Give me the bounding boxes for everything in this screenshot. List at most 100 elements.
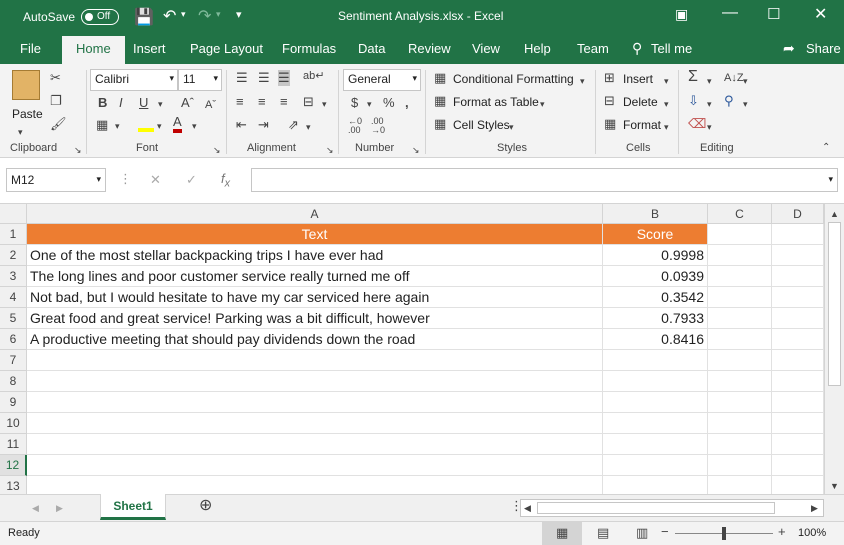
conditional-formatting-button[interactable]: Conditional Formatting bbox=[453, 72, 574, 86]
cell[interactable] bbox=[603, 455, 708, 476]
scroll-up-icon[interactable]: ▲ bbox=[830, 206, 839, 222]
chevron-down-icon[interactable]: ▾ bbox=[540, 96, 545, 112]
autosum-icon[interactable]: Σ bbox=[688, 69, 698, 85]
cut-icon[interactable]: ✂ bbox=[50, 70, 61, 86]
row-header[interactable]: 7 bbox=[0, 350, 27, 371]
chevron-down-icon[interactable]: ▾ bbox=[664, 119, 669, 135]
cell[interactable] bbox=[772, 266, 824, 287]
select-all-button[interactable] bbox=[0, 204, 27, 224]
cell[interactable] bbox=[772, 245, 824, 266]
cell[interactable] bbox=[772, 329, 824, 350]
underline-icon[interactable]: U bbox=[139, 95, 148, 111]
formula-input[interactable]: ▾ bbox=[251, 168, 838, 192]
ribbon-display-options-icon[interactable]: ▣ bbox=[675, 6, 688, 23]
horizontal-scroll-thumb[interactable] bbox=[537, 502, 775, 514]
zoom-slider-thumb[interactable] bbox=[722, 527, 726, 540]
cell[interactable] bbox=[772, 371, 824, 392]
font-launcher-icon[interactable]: ↘ bbox=[213, 142, 221, 158]
tab-view[interactable]: View bbox=[472, 41, 500, 56]
cell[interactable] bbox=[708, 224, 772, 245]
enter-icon[interactable]: ✓ bbox=[186, 172, 197, 188]
collapse-ribbon-icon[interactable]: ⌃ bbox=[822, 140, 830, 156]
row-header-selected[interactable]: 12 bbox=[0, 455, 27, 476]
sheet-tab-sheet1[interactable]: Sheet1 bbox=[100, 494, 166, 520]
cell[interactable] bbox=[708, 434, 772, 455]
cell[interactable] bbox=[708, 308, 772, 329]
cell-b2[interactable]: 0.9998 bbox=[603, 245, 708, 266]
customize-toolbar-icon[interactable]: ▾ bbox=[236, 8, 242, 21]
tab-formulas[interactable]: Formulas bbox=[282, 41, 336, 56]
zoom-out-icon[interactable]: − bbox=[661, 524, 669, 540]
currency-icon[interactable]: $ bbox=[351, 95, 358, 111]
font-color-icon[interactable]: A bbox=[173, 115, 182, 133]
delete-cells-button[interactable]: Delete bbox=[623, 95, 658, 109]
cell-a4[interactable]: Not bad, but I would hesitate to have my… bbox=[27, 287, 603, 308]
tab-page-layout[interactable]: Page Layout bbox=[190, 41, 263, 56]
cell[interactable] bbox=[603, 434, 708, 455]
column-header-d[interactable]: D bbox=[772, 204, 824, 224]
clear-dropdown-icon[interactable]: ▾ bbox=[707, 119, 712, 135]
column-header-a[interactable]: A bbox=[27, 204, 603, 224]
undo-icon[interactable]: ↶ bbox=[163, 6, 176, 26]
cell-a6[interactable]: A productive meeting that should pay div… bbox=[27, 329, 603, 350]
chevron-down-icon[interactable]: ▾ bbox=[664, 96, 669, 112]
autosum-dropdown-icon[interactable]: ▾ bbox=[707, 73, 712, 89]
cell[interactable] bbox=[772, 476, 824, 494]
font-color-dropdown-icon[interactable]: ▾ bbox=[192, 118, 197, 134]
tell-me-search[interactable]: Tell me bbox=[651, 41, 692, 56]
alignment-launcher-icon[interactable]: ↘ bbox=[326, 142, 334, 158]
cancel-icon[interactable]: ✕ bbox=[150, 172, 161, 188]
cell-b3[interactable]: 0.0939 bbox=[603, 266, 708, 287]
cell-a5[interactable]: Great food and great service! Parking wa… bbox=[27, 308, 603, 329]
find-dropdown-icon[interactable]: ▾ bbox=[743, 96, 748, 112]
chevron-down-icon[interactable]: ▾ bbox=[509, 119, 514, 135]
cell-a1[interactable]: Text bbox=[27, 224, 603, 245]
sort-filter-icon[interactable]: A↓Z bbox=[724, 70, 744, 86]
decrease-indent-icon[interactable]: ⇤ bbox=[236, 117, 247, 133]
cell[interactable] bbox=[708, 329, 772, 350]
cell-a3[interactable]: The long lines and poor customer service… bbox=[27, 266, 603, 287]
maximize-icon[interactable]: ☐ bbox=[767, 5, 780, 23]
cell[interactable] bbox=[772, 392, 824, 413]
tab-team[interactable]: Team bbox=[577, 41, 609, 56]
scroll-down-icon[interactable]: ▼ bbox=[830, 478, 839, 494]
find-select-icon[interactable]: ⚲ bbox=[724, 93, 734, 109]
cell-styles-button[interactable]: Cell Styles bbox=[453, 118, 510, 132]
chevron-down-icon[interactable]: ▾ bbox=[580, 73, 585, 89]
wrap-text-icon[interactable]: ab↵ bbox=[303, 68, 324, 84]
borders-dropdown-icon[interactable]: ▾ bbox=[115, 118, 120, 134]
redo-icon[interactable]: ↷ bbox=[198, 6, 211, 26]
bottom-align-icon[interactable]: ☰ bbox=[278, 70, 290, 86]
cell-b6[interactable]: 0.8416 bbox=[603, 329, 708, 350]
merge-center-icon[interactable]: ⊟ bbox=[303, 94, 314, 110]
cell-a2[interactable]: One of the most stellar backpacking trip… bbox=[27, 245, 603, 266]
cell[interactable] bbox=[27, 413, 603, 434]
cell[interactable] bbox=[708, 392, 772, 413]
cell[interactable] bbox=[708, 266, 772, 287]
fill-dropdown-icon[interactable]: ▾ bbox=[707, 96, 712, 112]
increase-decimal-icon[interactable]: ←0.00 bbox=[348, 117, 362, 135]
cell[interactable] bbox=[772, 224, 824, 245]
cell[interactable] bbox=[603, 371, 708, 392]
font-name-select[interactable]: Calibri ▾ bbox=[90, 69, 178, 91]
zoom-in-icon[interactable]: + bbox=[778, 524, 786, 540]
add-sheet-icon[interactable]: ⊕ bbox=[199, 498, 212, 514]
cell[interactable] bbox=[603, 413, 708, 434]
top-align-icon[interactable]: ☰ bbox=[236, 70, 248, 86]
increase-font-icon[interactable]: Aˆ bbox=[181, 95, 194, 111]
format-as-table-button[interactable]: Format as Table bbox=[453, 95, 539, 109]
column-header-b[interactable]: B bbox=[603, 204, 708, 224]
cell[interactable] bbox=[708, 476, 772, 494]
cell[interactable] bbox=[27, 350, 603, 371]
cell[interactable] bbox=[708, 245, 772, 266]
tab-review[interactable]: Review bbox=[408, 41, 451, 56]
cell[interactable] bbox=[27, 434, 603, 455]
tab-file[interactable]: File bbox=[20, 41, 41, 56]
number-format-select[interactable]: General ▾ bbox=[343, 69, 421, 91]
save-icon[interactable]: 💾 bbox=[134, 7, 154, 27]
sort-dropdown-icon[interactable]: ▾ bbox=[743, 73, 748, 89]
page-layout-view-icon[interactable]: ▤ bbox=[597, 525, 609, 541]
underline-dropdown-icon[interactable]: ▾ bbox=[158, 96, 163, 112]
row-header[interactable]: 9 bbox=[0, 392, 27, 413]
scroll-left-icon[interactable]: ◀ bbox=[524, 500, 531, 516]
